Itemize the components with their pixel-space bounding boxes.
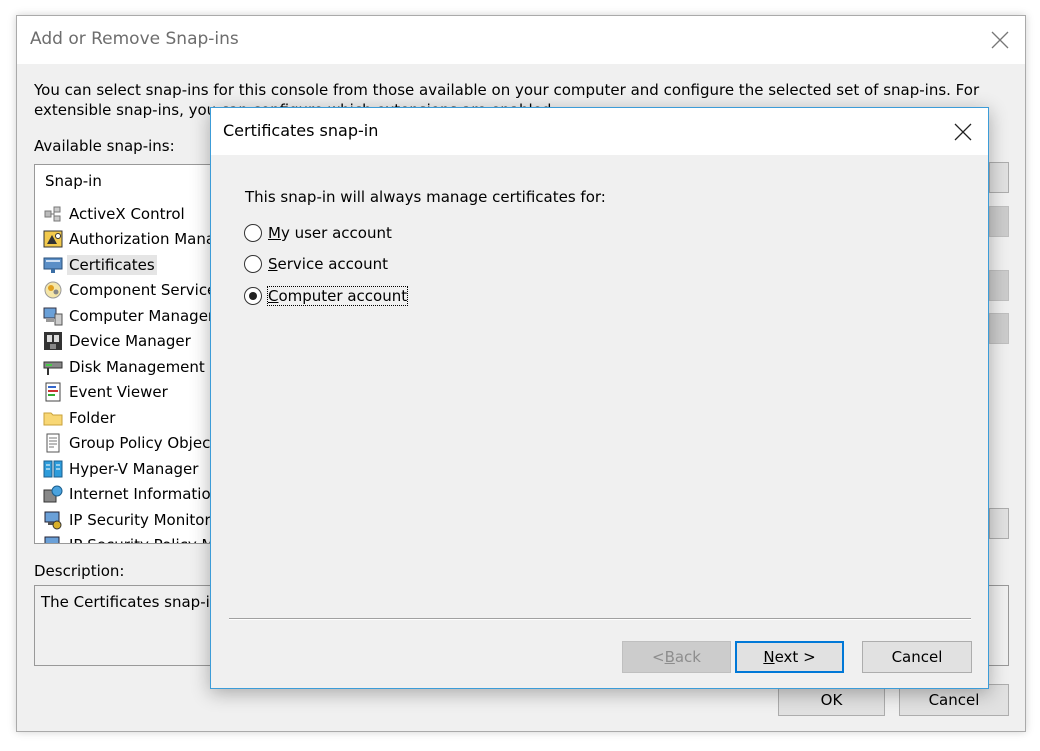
snapin-item[interactable]: Event Viewer [43,380,233,406]
event-viewer-icon [45,382,61,402]
available-snapins-list[interactable]: Snap-in ActiveX Control Authorization Man… [34,164,234,544]
folder-icon [43,412,63,426]
snapin-item-label: Device Manager [69,332,191,351]
disk-management-icon [43,361,63,375]
computer-account-label: Computer account [266,286,409,306]
remove-button[interactable] [989,270,1009,301]
snapin-item[interactable]: Hyper-V Manager [43,456,233,482]
snapin-item-label: Authorization Manager [69,230,234,249]
hyperv-icon [43,460,63,478]
snapin-item[interactable]: ActiveX Control [43,201,233,227]
snapin-item-label: Certificates [67,254,157,275]
edit-extensions-button[interactable] [989,206,1009,237]
snapin-item-label: Component Services [69,281,225,300]
snapin-item[interactable]: Device Manager [43,329,233,355]
button-separator [229,618,971,620]
move-up-button[interactable] [989,313,1009,344]
device-manager-icon [44,332,62,351]
component-services-icon [44,281,62,299]
computer-management-icon [43,307,63,326]
snapin-item[interactable]: Folder [43,405,233,431]
service-account-option[interactable]: Service account [244,252,388,276]
snapin-item-label: Folder [69,408,116,427]
inner-dialog-title: Certificates snap-in [223,121,379,140]
snapin-column-header[interactable]: Snap-in [45,172,102,190]
activex-icon [44,206,61,222]
snapin-item-label: IP Security Monitor [69,510,211,529]
computer-account-option[interactable]: Computer account [244,284,409,308]
snapin-item[interactable]: IP Security Policy Management [43,533,233,543]
inner-title-bar: Certificates snap-in [211,108,988,155]
group-policy-icon [46,433,60,453]
snapin-item[interactable]: Disk Management [43,354,233,380]
outer-title-bar: Add or Remove Snap-ins [17,16,1025,64]
back-button[interactable]: < Back [622,641,731,673]
snapin-item[interactable]: Component Services [43,278,233,304]
service-account-radio[interactable] [244,255,262,273]
service-account-label: Service account [268,255,388,273]
my-user-account-radio[interactable] [244,224,262,242]
snapin-item-label: IP Security Policy Management [67,535,233,543]
snapin-item[interactable]: Certificates [43,252,233,278]
snapin-item-label: Event Viewer [69,383,168,402]
selected-snapins-list-edge[interactable] [989,162,1009,193]
snapin-item-label: Group Policy Object [69,434,217,453]
my-user-account-label: My user account [268,224,392,242]
ip-security-policy-icon [44,536,60,543]
available-snapins-label: Available snap-ins: [34,137,175,155]
snapin-item-label: Hyper-V Manager [69,459,199,478]
snapin-item[interactable]: Group Policy Object [43,431,233,457]
snapin-item[interactable]: Authorization Manager [43,227,234,253]
ip-security-monitor-icon [44,511,62,530]
certificates-snapin-dialog: Certificates snap-in This snap-in will a… [210,107,989,689]
certificates-icon [43,257,63,273]
snapin-item-label: ActiveX Control [69,204,185,223]
my-user-account-option[interactable]: My user account [244,221,392,245]
computer-account-radio[interactable] [244,287,262,305]
iis-icon [43,485,63,503]
snapin-item[interactable]: Internet Information Services [43,482,233,508]
outer-dialog-title: Add or Remove Snap-ins [30,29,239,49]
advanced-button[interactable] [989,508,1009,539]
manage-certificates-prompt: This snap-in will always manage certific… [245,188,606,206]
inner-close-icon[interactable] [952,121,974,143]
snapin-items: ActiveX Control Authorization Manager Cert… [43,201,234,543]
next-button[interactable]: Next > [735,641,844,673]
authorization-icon [43,230,63,248]
description-label: Description: [34,562,125,580]
inner-cancel-button[interactable]: Cancel [862,641,972,673]
snapin-item[interactable]: Computer Management [43,303,234,329]
snapin-item-label: Disk Management [69,357,205,376]
snapin-item-label: Internet Information Services [69,485,233,504]
snapin-item[interactable]: IP Security Monitor [43,507,233,533]
outer-close-icon[interactable] [989,29,1011,51]
snapin-item-label: Computer Management [69,306,234,325]
